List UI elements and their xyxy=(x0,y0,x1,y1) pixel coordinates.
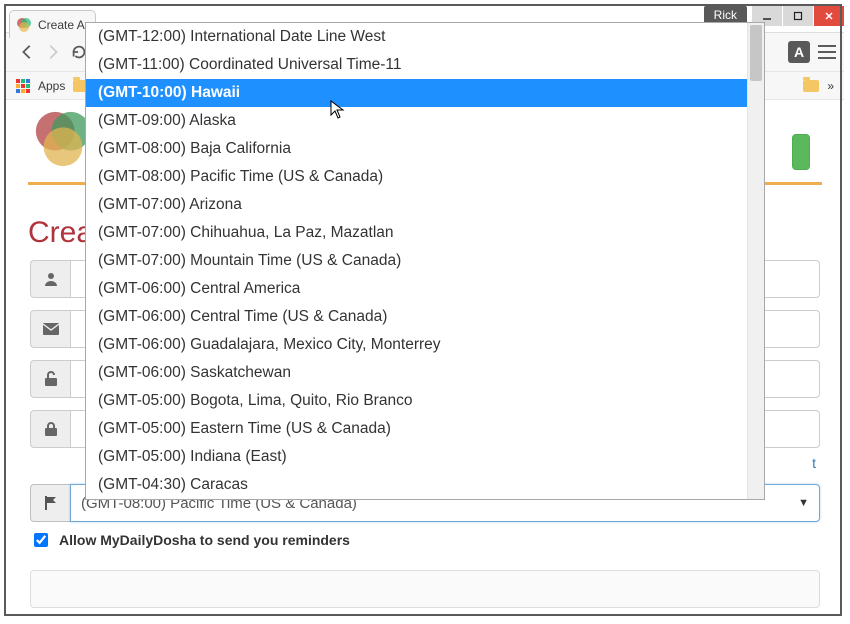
timezone-option[interactable]: (GMT-05:00) Eastern Time (US & Canada) xyxy=(86,415,747,443)
dropdown-scrollbar[interactable] xyxy=(747,23,764,499)
helper-link-edge[interactable]: t xyxy=(812,455,816,471)
apps-icon[interactable] xyxy=(16,79,30,93)
timezone-dropdown[interactable]: (GMT-12:00) International Date Line West… xyxy=(85,22,765,500)
envelope-icon xyxy=(30,310,70,348)
apps-label[interactable]: Apps xyxy=(38,79,65,93)
user-icon xyxy=(30,260,70,298)
primary-button-edge[interactable] xyxy=(792,134,810,170)
maximize-button[interactable] xyxy=(783,6,813,26)
browser-menu-icon[interactable] xyxy=(818,45,836,59)
timezone-option[interactable]: (GMT-08:00) Baja California xyxy=(86,135,747,163)
timezone-option[interactable]: (GMT-06:00) Guadalajara, Mexico City, Mo… xyxy=(86,331,747,359)
reminders-checkbox[interactable] xyxy=(34,533,48,547)
timezone-option[interactable]: (GMT-06:00) Saskatchewan xyxy=(86,359,747,387)
nav-forward-button[interactable] xyxy=(40,39,66,65)
timezone-option[interactable]: (GMT-07:00) Chihuahua, La Paz, Mazatlan xyxy=(86,219,747,247)
timezone-option[interactable]: (GMT-09:00) Alaska xyxy=(86,107,747,135)
timezone-option[interactable]: (GMT-06:00) Central Time (US & Canada) xyxy=(86,303,747,331)
timezone-option[interactable]: (GMT-08:00) Pacific Time (US & Canada) xyxy=(86,163,747,191)
page-title: Crea xyxy=(28,216,93,250)
timezone-option[interactable]: (GMT-12:00) International Date Line West xyxy=(86,23,747,51)
bookmark-folder-icon[interactable] xyxy=(803,80,819,92)
form-footer-panel xyxy=(30,570,820,608)
timezone-option[interactable]: (GMT-05:00) Bogota, Lima, Quito, Rio Bra… xyxy=(86,387,747,415)
bookmark-overflow-icon[interactable]: » xyxy=(827,79,834,93)
reminders-checkbox-row[interactable]: Allow MyDailyDosha to send you reminders xyxy=(30,530,350,550)
timezone-option[interactable]: (GMT-10:00) Hawaii xyxy=(86,79,747,107)
nav-back-button[interactable] xyxy=(14,39,40,65)
extension-icon[interactable]: A xyxy=(788,41,810,63)
timezone-option[interactable]: (GMT-05:00) Indiana (East) xyxy=(86,443,747,471)
timezone-option-list: (GMT-12:00) International Date Line West… xyxy=(86,23,747,499)
timezone-option[interactable]: (GMT-06:00) Central America xyxy=(86,275,747,303)
timezone-option[interactable]: (GMT-11:00) Coordinated Universal Time-1… xyxy=(86,51,747,79)
unlock-icon xyxy=(30,360,70,398)
tab-title: Create A xyxy=(38,18,85,32)
site-favicon xyxy=(16,17,32,33)
timezone-option[interactable]: (GMT-07:00) Mountain Time (US & Canada) xyxy=(86,247,747,275)
scrollbar-thumb[interactable] xyxy=(750,25,762,81)
reminders-label: Allow MyDailyDosha to send you reminders xyxy=(59,532,350,548)
timezone-option[interactable]: (GMT-07:00) Arizona xyxy=(86,191,747,219)
flag-icon xyxy=(30,484,70,522)
close-button[interactable] xyxy=(814,6,844,26)
chevron-down-icon: ▼ xyxy=(798,497,809,509)
timezone-option[interactable]: (GMT-04:30) Caracas xyxy=(86,471,747,499)
lock-icon xyxy=(30,410,70,448)
browser-tab[interactable]: Create A xyxy=(9,10,96,38)
